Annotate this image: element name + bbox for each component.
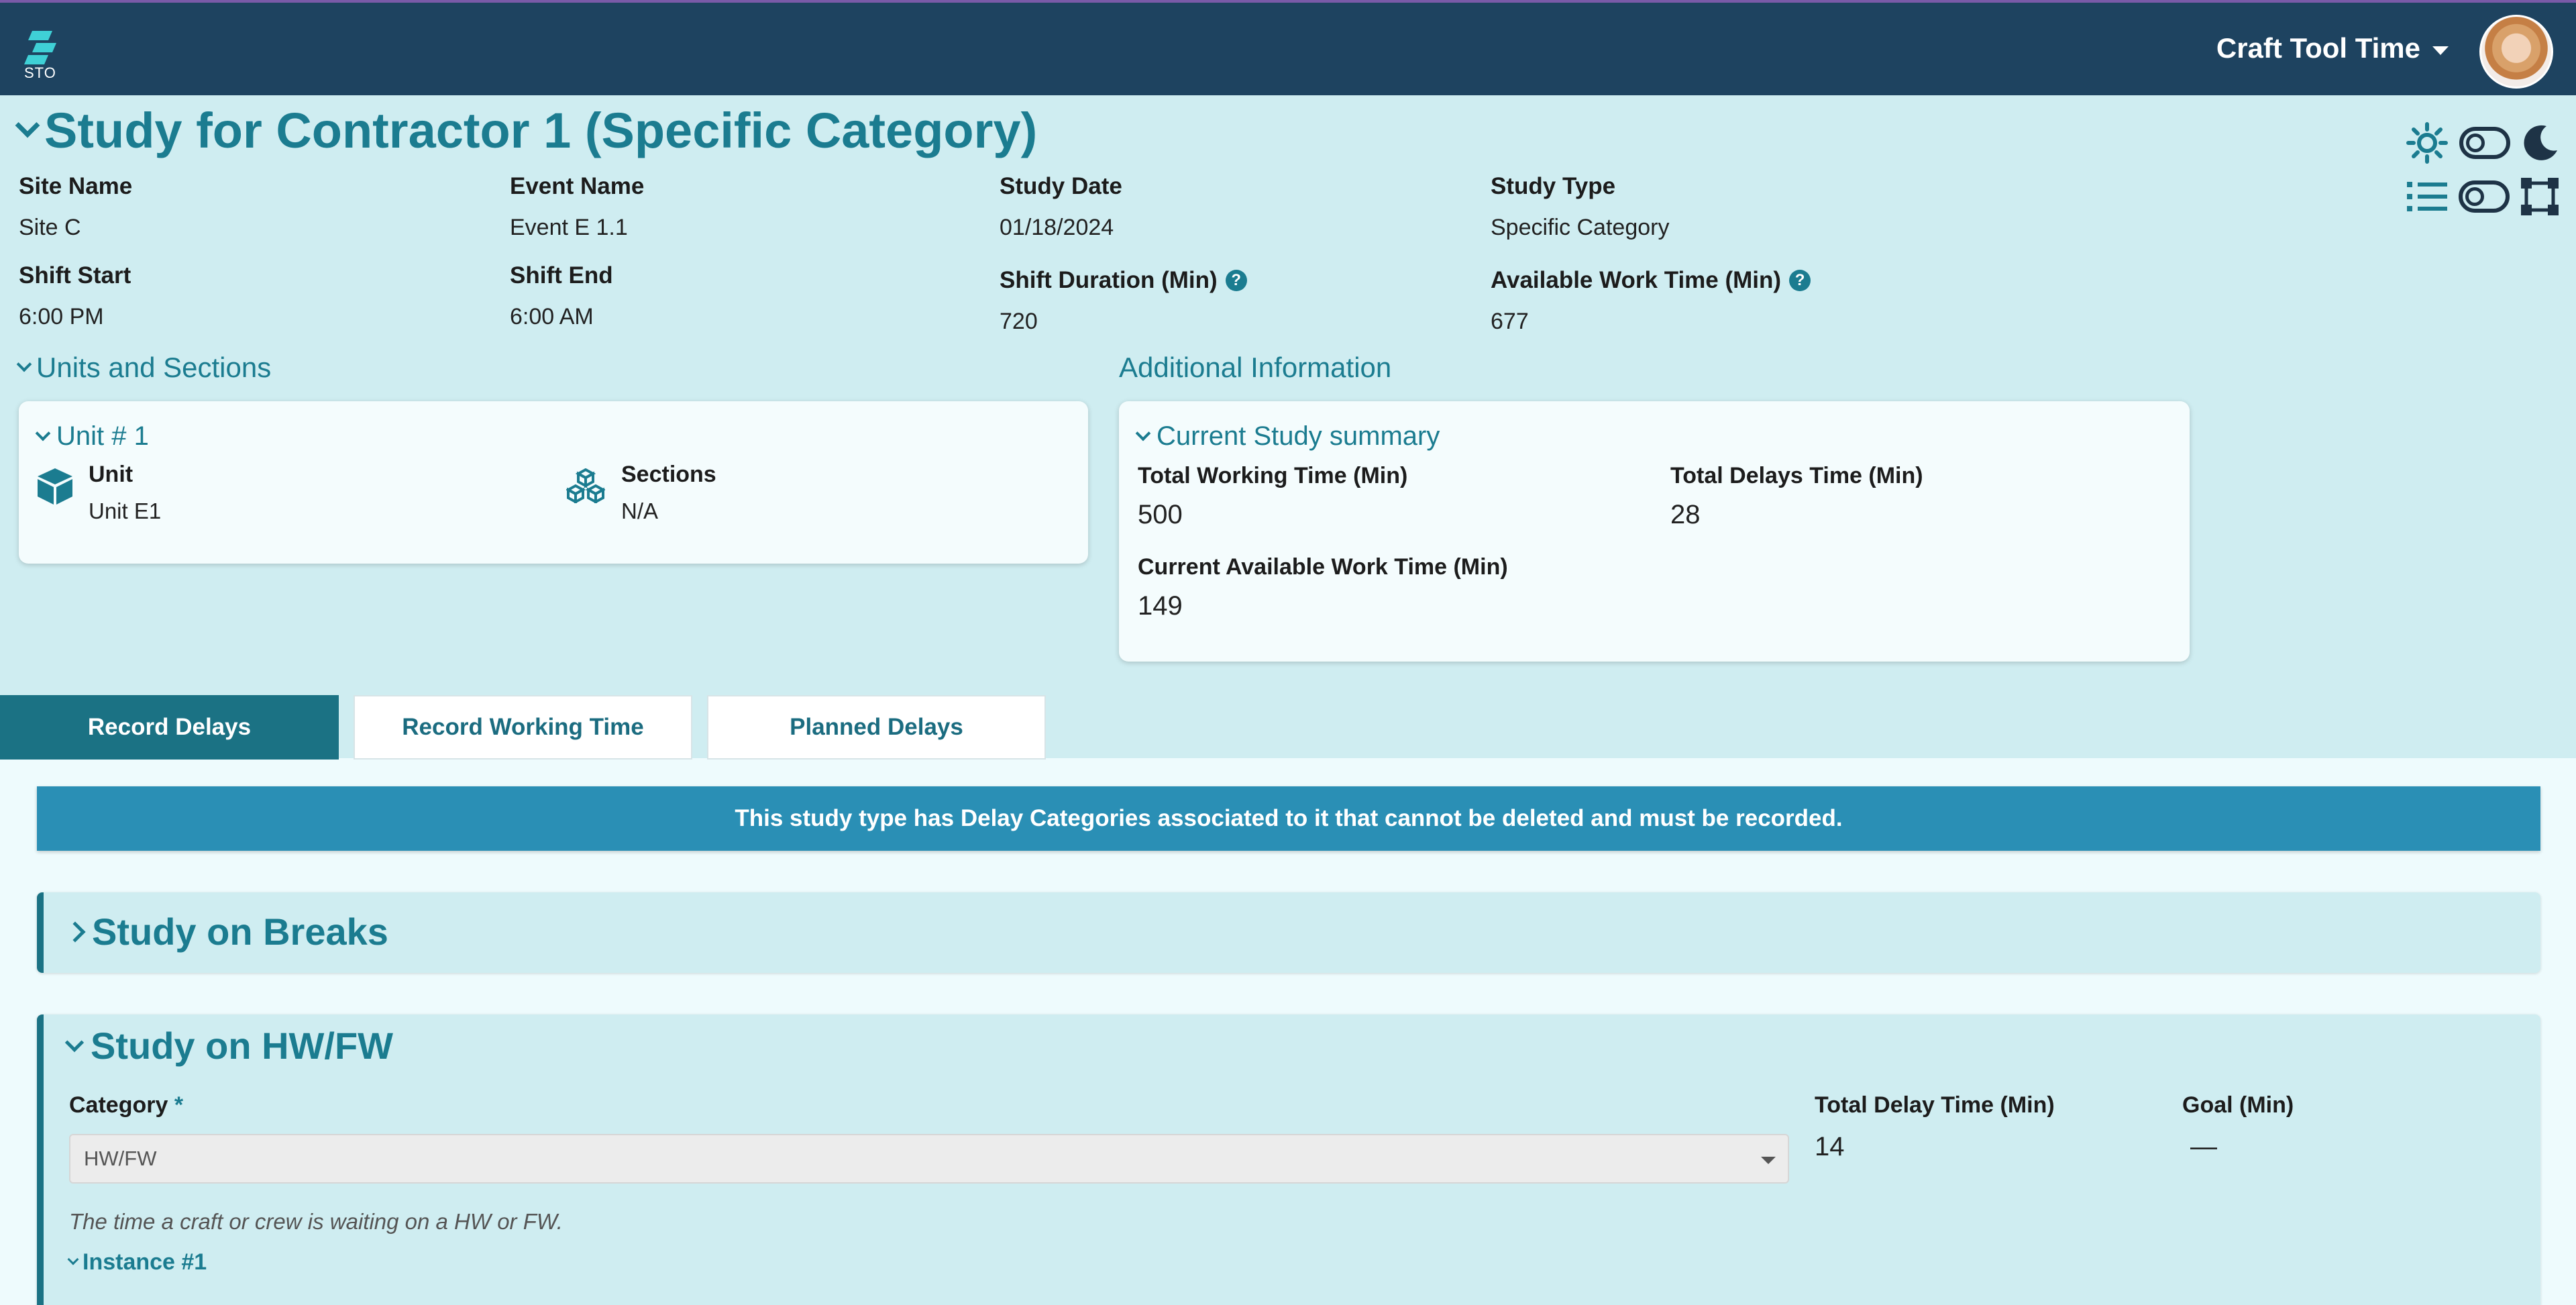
list-icon[interactable] [2406, 178, 2449, 215]
breaks-panel-title: Study on Breaks [92, 910, 388, 953]
units-sections-header[interactable]: Units and Sections [16, 352, 272, 384]
avatar[interactable] [2479, 15, 2553, 89]
logo-text: STO [24, 64, 56, 81]
sections-value: N/A [621, 499, 659, 523]
site-name-label: Site Name [19, 173, 133, 199]
total-delays-time-label: Total Delays Time (Min) [1670, 463, 1923, 488]
moon-icon[interactable] [2521, 123, 2560, 162]
category-label: Category * [69, 1092, 183, 1118]
study-summary-title: Current Study summary [1157, 421, 1440, 451]
shift-duration-label-text: Shift Duration (Min) [1000, 267, 1218, 293]
caret-down-icon [1761, 1157, 1776, 1164]
category-description: The time a craft or crew is waiting on a… [69, 1209, 563, 1234]
goal-label: Goal (Min) [2182, 1092, 2294, 1118]
category-select[interactable]: HW/FW [69, 1134, 1789, 1184]
instance-header[interactable]: Instance #1 [67, 1249, 207, 1275]
available-work-time-label: Available Work Time (Min) ? [1491, 267, 1811, 294]
tab-planned-delays[interactable]: Planned Delays [707, 695, 1046, 760]
sun-icon[interactable] [2406, 121, 2449, 164]
total-delay-time-label: Total Delay Time (Min) [1815, 1092, 2055, 1118]
user-menu-dropdown[interactable]: Craft Tool Time [2216, 32, 2449, 64]
unit-card: Unit # 1 Unit Unit E1 Sections N/A [19, 401, 1088, 564]
additional-info-title: Additional Information [1119, 352, 1392, 383]
chevron-down-icon[interactable] [15, 113, 40, 138]
cubes-icon [566, 468, 605, 503]
chevron-down-icon [16, 356, 32, 372]
sections-label: Sections [621, 462, 716, 487]
shift-end-label: Shift End [510, 262, 613, 289]
cube-icon [38, 468, 72, 505]
help-icon[interactable]: ? [1225, 270, 1247, 291]
chevron-down-icon [35, 425, 51, 441]
category-label-text: Category [69, 1092, 168, 1118]
view-toggle[interactable] [2459, 180, 2510, 213]
chevron-down-icon [1135, 425, 1151, 441]
shift-duration-label: Shift Duration (Min) ? [1000, 267, 1247, 294]
unit-card-title: Unit # 1 [56, 421, 149, 451]
shift-duration-value: 720 [1000, 309, 1038, 334]
top-nav: STO Craft Tool Time [0, 0, 2576, 95]
study-type-value: Specific Category [1491, 215, 1670, 240]
chevron-down-icon [67, 1253, 79, 1265]
site-name-value: Site C [19, 215, 81, 240]
study-header: Study for Contractor 1 (Specific Categor… [15, 102, 1038, 159]
instance-title: Instance #1 [83, 1249, 207, 1275]
total-delays-time-value: 28 [1670, 500, 1701, 529]
tab-record-delays[interactable]: Record Delays [0, 695, 339, 760]
breaks-panel: Study on Breaks [37, 892, 2540, 973]
shift-start-value: 6:00 PM [19, 304, 104, 329]
view-controls [2406, 118, 2560, 225]
study-summary-card: Current Study summary Total Working Time… [1119, 401, 2190, 662]
study-date-value: 01/18/2024 [1000, 215, 1114, 240]
page-title: Study for Contractor 1 (Specific Categor… [44, 103, 1038, 158]
study-type-label: Study Type [1491, 173, 1616, 199]
chevron-down-icon [64, 1033, 85, 1052]
current-available-work-time-value: 149 [1138, 591, 1183, 621]
goal-value: — [2190, 1132, 2217, 1161]
available-work-time-label-text: Available Work Time (Min) [1491, 267, 1782, 293]
current-available-work-time-label: Current Available Work Time (Min) [1138, 554, 1508, 580]
theme-toggle[interactable] [2459, 127, 2510, 159]
total-delay-time-value: 14 [1815, 1132, 1845, 1161]
total-working-time-label: Total Working Time (Min) [1138, 463, 1408, 488]
unit-label: Unit [89, 462, 133, 487]
user-menu-label: Craft Tool Time [2216, 32, 2420, 64]
study-date-label: Study Date [1000, 173, 1122, 199]
help-icon[interactable]: ? [1789, 270, 1811, 291]
event-name-label: Event Name [510, 173, 645, 199]
hwfw-panel-title: Study on HW/FW [91, 1025, 394, 1067]
unit-value: Unit E1 [89, 499, 162, 523]
breaks-panel-header[interactable]: Study on Breaks [64, 910, 388, 953]
study-summary-header[interactable]: Current Study summary [1135, 421, 1440, 452]
event-name-value: Event E 1.1 [510, 215, 628, 240]
chevron-right-icon [64, 921, 86, 943]
tab-bar: Record Delays Record Working Time Planne… [0, 695, 1046, 760]
info-alert: This study type has Delay Categories ass… [37, 786, 2540, 851]
shift-end-value: 6:00 AM [510, 304, 594, 329]
hwfw-panel: Study on HW/FW Category * HW/FW Total De… [37, 1014, 2540, 1305]
available-work-time-value: 677 [1491, 309, 1529, 334]
units-sections-title: Units and Sections [36, 352, 272, 383]
caret-down-icon [2432, 46, 2449, 55]
unit-card-header[interactable]: Unit # 1 [35, 421, 149, 452]
total-working-time-value: 500 [1138, 500, 1183, 529]
hwfw-panel-header[interactable]: Study on HW/FW [64, 1024, 394, 1067]
required-mark: * [174, 1092, 184, 1118]
shift-start-label: Shift Start [19, 262, 131, 289]
fullscreen-icon[interactable] [2520, 176, 2560, 217]
tab-record-working-time[interactable]: Record Working Time [354, 695, 692, 760]
category-select-value: HW/FW [84, 1147, 157, 1170]
